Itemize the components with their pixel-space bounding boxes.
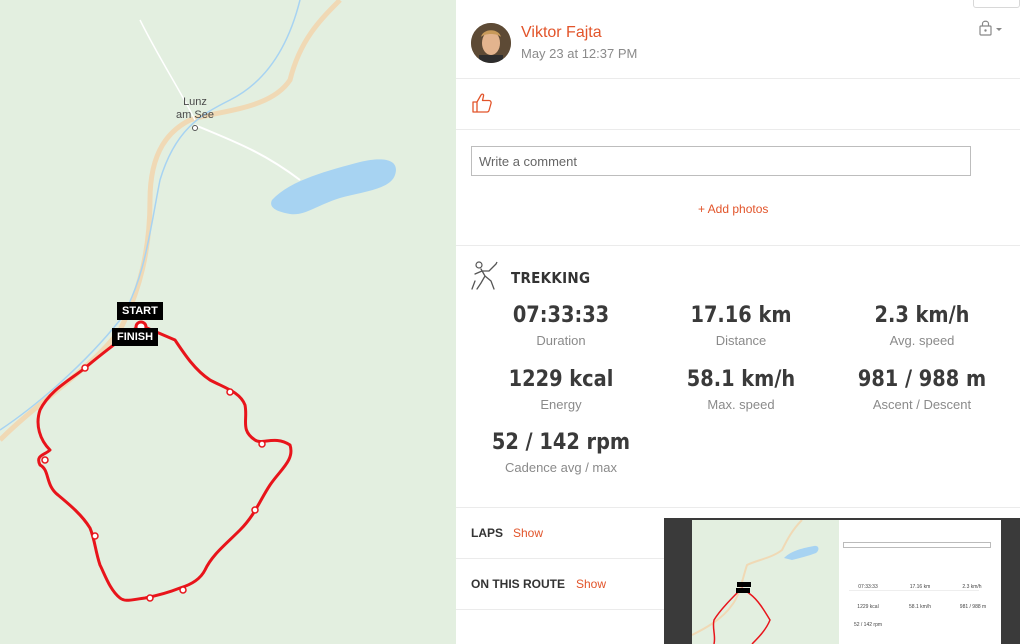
town-label: Lunz am See [170, 96, 220, 122]
start-label: START [117, 302, 163, 320]
divider [456, 129, 1020, 130]
hiker-icon [470, 259, 502, 291]
comment-input[interactable] [471, 146, 971, 176]
map-canvas [0, 0, 396, 602]
thumbnail-comment-box [843, 542, 991, 548]
stat-value: 1229 kcal [508, 367, 614, 392]
avatar[interactable] [471, 23, 511, 63]
town-label-line1: Lunz [183, 96, 207, 108]
stat-avg-speed: 2.3 km/h Avg. speed [832, 303, 1012, 348]
stat-duration: 07:33:33 Duration [471, 303, 651, 348]
stat-cadence: 52 / 142 rpm Cadence avg / max [471, 430, 651, 475]
stat-label: Max. speed [707, 397, 775, 412]
route-map[interactable]: Lunz am See START FINISH [0, 0, 456, 644]
divider [456, 78, 1020, 79]
thumbnail-panel: 07:33:33 17.16 km 2.3 km/h 1229 kcal 58.… [839, 520, 1001, 644]
thumbnail-stat-distance: 17.16 km [909, 584, 931, 590]
stat-ascent-descent: 981 / 988 m Ascent / Descent [832, 367, 1012, 412]
stat-value: 17.16 km [690, 303, 792, 328]
lock-icon[interactable] [978, 18, 1008, 38]
route-waypoints [41, 364, 266, 602]
stat-label: Ascent / Descent [872, 397, 972, 412]
thumbnail-map [692, 520, 839, 644]
user-name[interactable]: Viktor Fajta [521, 24, 602, 42]
sport-type: TREKKING [511, 269, 591, 287]
stat-max-speed: 58.1 km/h Max. speed [651, 367, 831, 412]
stat-label: Distance [715, 333, 767, 348]
stat-distance: 17.16 km Distance [651, 303, 831, 348]
side-road [194, 124, 301, 181]
divider [456, 245, 1020, 246]
thumbnail-stat-max-speed: 58.1 km/h [909, 604, 931, 610]
on-this-route-show-link[interactable]: Show [576, 577, 606, 591]
thumbnail-stat-ascent: 981 / 988 m [959, 604, 987, 610]
on-this-route-label: ON THIS ROUTE [471, 577, 566, 591]
lake [271, 159, 396, 215]
stat-value: 58.1 km/h [686, 367, 796, 392]
laps-show-link[interactable]: Show [513, 526, 543, 540]
stat-label: Energy [540, 397, 582, 412]
town-label-line2: am See [176, 109, 214, 121]
stat-value: 52 / 142 rpm [491, 430, 631, 455]
stat-label: Cadence avg / max [504, 460, 617, 475]
panel-options-button[interactable] [973, 0, 1020, 8]
screenshot-preview-thumbnail[interactable]: 07:33:33 17.16 km 2.3 km/h 1229 kcal 58.… [664, 518, 1020, 644]
thumbnail-stat-duration: 07:33:33 [858, 584, 878, 590]
add-photos-link[interactable]: + Add photos [698, 202, 768, 216]
town-marker [192, 125, 198, 131]
stat-label: Avg. speed [889, 333, 955, 348]
stat-energy: 1229 kcal Energy [471, 367, 651, 412]
stat-value: 981 / 988 m [857, 367, 987, 392]
stat-value: 2.3 km/h [874, 303, 970, 328]
thumbs-up-icon[interactable] [471, 92, 493, 114]
chevron-down-icon [996, 28, 1002, 31]
valley-road [0, 0, 342, 442]
finish-label: FINISH [112, 328, 159, 346]
stat-label: Duration [536, 333, 586, 348]
thumbnail-divider [849, 590, 979, 591]
divider [456, 507, 1020, 508]
laps-label: LAPS [471, 526, 504, 540]
thumbnail-stat-avg-speed: 2.3 km/h [962, 584, 982, 590]
stat-value: 07:33:33 [512, 303, 610, 328]
thumbnail-stat-cadence: 52 / 142 rpm [853, 622, 883, 628]
route-line [36, 323, 293, 602]
post-timestamp: May 23 at 12:37 PM [521, 46, 638, 61]
thumbnail-stat-energy: 1229 kcal [857, 604, 879, 610]
